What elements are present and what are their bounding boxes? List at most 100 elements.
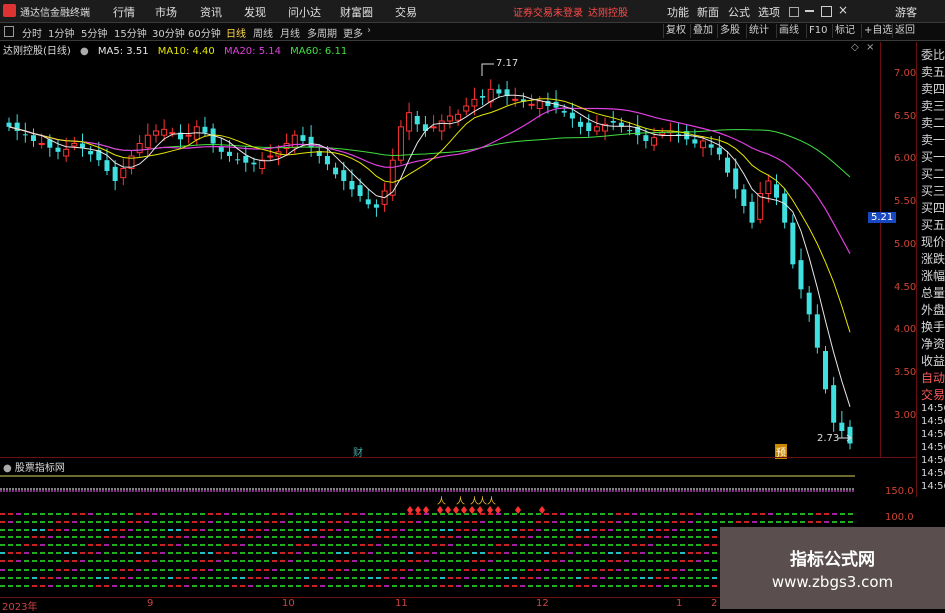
- menu-function[interactable]: 功能: [667, 4, 689, 20]
- candle: [528, 103, 535, 106]
- candle: [185, 134, 192, 137]
- date-tick: 10: [282, 598, 295, 609]
- expand-icon[interactable]: ◇: [851, 42, 859, 53]
- quote-panel-item: 买二: [921, 167, 945, 181]
- menu-item-discover[interactable]: 发现: [244, 4, 266, 20]
- quote-panel-item: 净资: [921, 337, 945, 351]
- candlestick-chart[interactable]: [0, 56, 880, 456]
- tab-daily[interactable]: 日线: [226, 25, 246, 40]
- f10-button[interactable]: F10: [806, 24, 829, 38]
- tab-weekly[interactable]: 周线: [253, 25, 273, 40]
- menu-item-trade[interactable]: 交易: [395, 4, 417, 20]
- price-tick: 5.00: [894, 239, 917, 250]
- quote-panel-item: 14:56: [921, 481, 945, 492]
- candle: [144, 134, 151, 149]
- mark-button[interactable]: 标记: [832, 24, 857, 38]
- tab-5min[interactable]: 5分钟: [81, 25, 107, 40]
- adjust-button[interactable]: 复权: [663, 24, 688, 38]
- panel-toggle-icon[interactable]: [4, 26, 14, 37]
- watermark-title: 指标公式网: [790, 550, 875, 570]
- candle: [651, 137, 658, 146]
- date-tick: 9: [147, 598, 154, 609]
- quote-panel-item: 14:56: [921, 416, 945, 427]
- tab-monthly[interactable]: 月线: [280, 25, 300, 40]
- restore-icon[interactable]: [821, 6, 832, 17]
- close-chart-icon[interactable]: ×: [866, 42, 874, 53]
- price-tick: 7.00: [894, 68, 917, 79]
- date-tick: 2023年: [2, 602, 38, 613]
- tab-multi-period[interactable]: 多周期: [307, 25, 337, 40]
- tab-60min[interactable]: 60分钟: [188, 25, 221, 40]
- tab-30min[interactable]: 30分钟: [152, 25, 185, 40]
- candle: [733, 168, 739, 190]
- candle: [414, 116, 420, 125]
- signal-glyph: 人: [487, 496, 496, 507]
- chevron-right-icon[interactable]: ›: [367, 25, 371, 36]
- candle: [226, 151, 232, 156]
- dash-icon[interactable]: [805, 10, 814, 12]
- quote-panel-item: 涨幅: [921, 269, 945, 283]
- candle: [389, 159, 396, 196]
- candle: [536, 100, 543, 109]
- signal-diamond: [495, 506, 501, 514]
- candle: [569, 112, 575, 119]
- quote-panel-item: 委比: [921, 48, 945, 62]
- candle: [235, 159, 241, 161]
- menu-item-quotes[interactable]: 行情: [113, 4, 135, 20]
- signal-diamond: [453, 506, 459, 514]
- overlay-button[interactable]: 叠加: [690, 24, 715, 38]
- signal-glyph: 人: [456, 496, 465, 507]
- candle: [324, 156, 330, 165]
- candle: [161, 128, 168, 136]
- back-button[interactable]: 返回: [892, 24, 917, 38]
- quote-panel-item: 卖三: [921, 99, 945, 113]
- candle: [471, 98, 478, 107]
- close-icon[interactable]: ×: [838, 3, 848, 17]
- menu-options[interactable]: 选项: [758, 4, 780, 20]
- candle: [152, 130, 159, 136]
- tab-1min[interactable]: 1分钟: [48, 25, 74, 40]
- login-warning[interactable]: 证券交易未登录: [513, 4, 583, 19]
- guest-label[interactable]: 游客: [895, 4, 917, 20]
- menu-bar: 通达信金融终端 行情 市场 资讯 发现 问小达 财富圈 交易 证券交易未登录 达…: [0, 0, 945, 23]
- candle: [578, 121, 584, 127]
- candle: [406, 112, 413, 132]
- price-axis-line: [880, 42, 881, 457]
- signal-diamond: [461, 506, 467, 514]
- candle: [610, 121, 616, 123]
- candle: [716, 147, 722, 155]
- draw-line-button[interactable]: 画线: [776, 24, 801, 38]
- price-tick: 6.50: [894, 111, 917, 122]
- menu-item-market[interactable]: 市场: [155, 4, 177, 20]
- tab-15min[interactable]: 15分钟: [114, 25, 147, 40]
- add-watchlist-button[interactable]: +自选: [861, 24, 894, 38]
- candle: [202, 126, 208, 133]
- quote-panel-item: 现价: [921, 235, 945, 249]
- menu-formula[interactable]: 公式: [728, 4, 750, 20]
- quote-panel-item: 自动: [921, 371, 945, 385]
- quote-panel-item: 涨跌: [921, 252, 945, 266]
- signal-diamond: [469, 506, 475, 514]
- quote-panel-item: 卖一: [921, 133, 945, 147]
- minimize-icon[interactable]: [789, 7, 799, 17]
- stock-link[interactable]: 达刚控股: [588, 4, 628, 19]
- quote-panel: 委比 卖五 卖四 卖三 卖二 卖一 买一 买二 买三 买四 买五 现价 涨跌 涨幅 总量 外盘 换手 净资 收益 自动…: [916, 42, 945, 497]
- menu-item-ask[interactable]: 问小达: [288, 4, 321, 20]
- candle: [847, 426, 853, 444]
- app-logo-icon: [3, 4, 16, 17]
- date-tick: 2: [711, 598, 718, 609]
- candle: [446, 115, 453, 122]
- stats-button[interactable]: 统计: [746, 24, 771, 38]
- candle: [104, 160, 110, 171]
- menu-item-wealth[interactable]: 财富圈: [340, 4, 373, 20]
- tab-more[interactable]: 更多: [343, 25, 363, 40]
- pane-divider: [0, 457, 916, 458]
- tab-intraday[interactable]: 分时: [22, 25, 42, 40]
- multi-stock-button[interactable]: 多股: [717, 24, 742, 38]
- menu-new-page[interactable]: 新面: [697, 4, 719, 20]
- menu-item-news[interactable]: 资讯: [200, 4, 222, 20]
- quote-panel-item: 买三: [921, 184, 945, 198]
- candle: [455, 113, 462, 121]
- signal-glyph: 人: [478, 496, 487, 507]
- candle: [438, 120, 445, 132]
